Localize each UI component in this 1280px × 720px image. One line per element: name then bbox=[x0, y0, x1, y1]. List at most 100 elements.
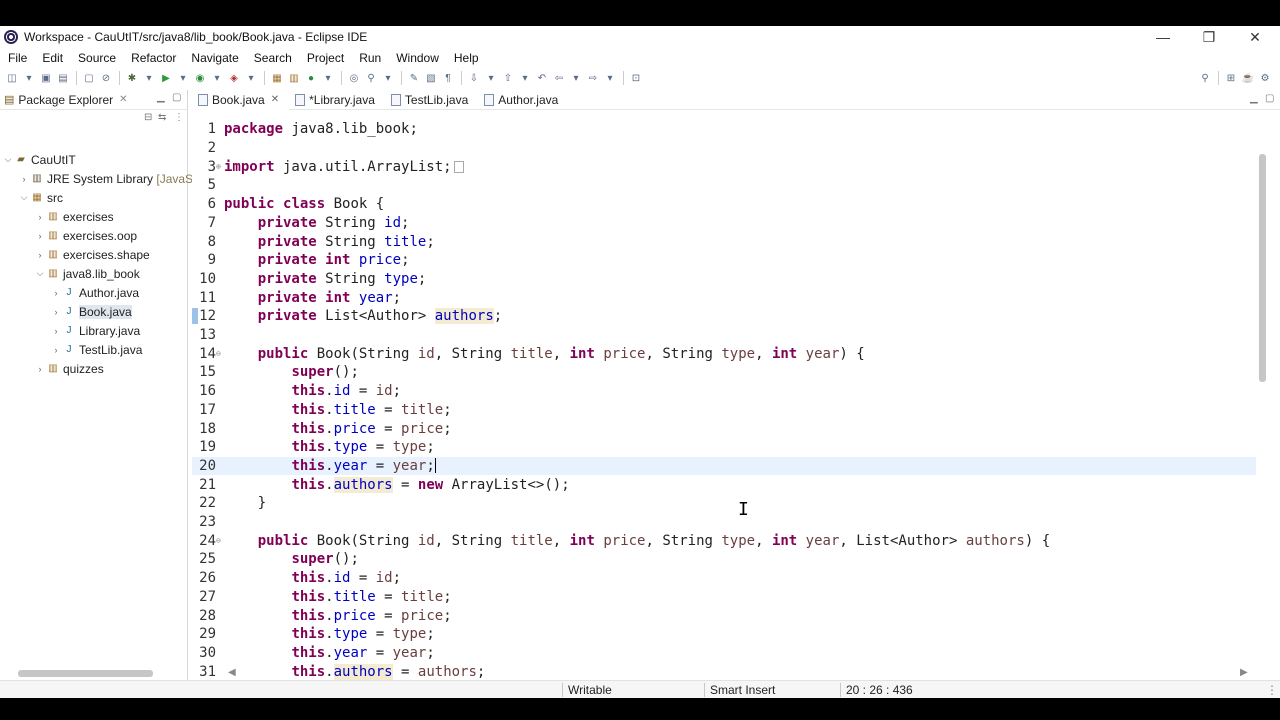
menu-edit[interactable]: Edit bbox=[34, 48, 70, 68]
package-explorer-tab[interactable]: ▤ Package Explorer ✕ ▁ ▢ bbox=[0, 90, 187, 110]
new-class-icon[interactable]: ● bbox=[303, 71, 319, 85]
code-line-19[interactable]: 19 this.type = type; bbox=[192, 438, 1256, 457]
menu-navigate[interactable]: Navigate bbox=[183, 48, 245, 68]
chevron-right-icon[interactable]: › bbox=[50, 326, 62, 336]
tree-src-folder[interactable]: ⌵ ▦ src bbox=[18, 188, 63, 207]
code-line-21[interactable]: 21 this.authors = new ArrayList<>(); bbox=[192, 475, 1256, 494]
code-line-22[interactable]: 22 } bbox=[192, 494, 1256, 513]
menu-help[interactable]: Help bbox=[446, 48, 486, 68]
code-line-28[interactable]: 28 this.price = price; bbox=[192, 606, 1256, 625]
code-line-12[interactable]: 12 private List<Author> authors; bbox=[192, 307, 1256, 326]
code-line-6[interactable]: 6 public class Book { bbox=[192, 195, 1256, 214]
code-line-5[interactable]: 5 bbox=[192, 176, 1256, 195]
menu-run[interactable]: Run bbox=[351, 48, 388, 68]
run-icon[interactable]: ▶ bbox=[158, 71, 174, 85]
chevron-right-icon[interactable]: › bbox=[50, 345, 62, 355]
dropdown-arrow-icon[interactable]: ▾ bbox=[483, 71, 499, 85]
fold-toggle-icon[interactable]: ⊕ bbox=[216, 162, 224, 171]
previous-annotation-icon[interactable]: ⇧ bbox=[500, 71, 516, 85]
scroll-left-icon[interactable]: ◀ bbox=[228, 667, 236, 678]
code-line-27[interactable]: 27 this.title = title; bbox=[192, 588, 1256, 607]
restore-button[interactable]: ❐ bbox=[1186, 26, 1232, 48]
dropdown-arrow-icon[interactable]: ▾ bbox=[517, 71, 533, 85]
chevron-right-icon[interactable]: › bbox=[18, 174, 30, 184]
tree-file-library[interactable]: › J Library.java bbox=[50, 321, 141, 340]
menu-search[interactable]: Search bbox=[246, 48, 299, 68]
tab-book-java[interactable]: Book.java ✕ bbox=[192, 89, 290, 110]
code-line-14[interactable]: 14 ⊖ public Book(String id, String title,… bbox=[192, 344, 1256, 363]
code-editor[interactable]: 1 package java8.lib_book; 2 3 ⊕ import java.u… bbox=[192, 110, 1256, 680]
show-whitespace-icon[interactable]: ¶ bbox=[440, 71, 456, 85]
tab-library-java[interactable]: *Library.java bbox=[289, 90, 385, 110]
minimize-button[interactable]: — bbox=[1140, 26, 1186, 48]
menu-window[interactable]: Window bbox=[388, 48, 446, 68]
collapse-all-icon[interactable]: ⊟ bbox=[144, 112, 152, 123]
minimize-view-icon[interactable]: ▁ bbox=[1250, 93, 1258, 104]
tree-package-quizzes[interactable]: › ▥ quizzes bbox=[34, 359, 104, 378]
dropdown-arrow-icon[interactable]: ▾ bbox=[175, 71, 191, 85]
view-menu-icon[interactable]: ⋮ bbox=[174, 112, 184, 123]
tree-package-exercises-shape[interactable]: › ▥ exercises.shape bbox=[34, 245, 150, 264]
save-icon[interactable]: ▣ bbox=[38, 71, 54, 85]
java-perspective-icon[interactable]: ☕ bbox=[1240, 71, 1256, 85]
tree-file-book[interactable]: › J Book.java bbox=[50, 302, 132, 321]
code-line-15[interactable]: 15 super(); bbox=[192, 363, 1256, 382]
debug-perspective-icon[interactable]: ⚙ bbox=[1257, 71, 1273, 85]
dropdown-arrow-icon[interactable]: ▾ bbox=[209, 71, 225, 85]
code-line-10[interactable]: 10 private String type; bbox=[192, 270, 1256, 289]
code-line-29[interactable]: 29 this.type = type; bbox=[192, 625, 1256, 644]
debug-icon[interactable]: ✱ bbox=[124, 71, 140, 85]
chevron-right-icon[interactable]: › bbox=[34, 212, 46, 222]
chevron-right-icon[interactable]: › bbox=[50, 288, 62, 298]
next-annotation-icon[interactable]: ⇩ bbox=[466, 71, 482, 85]
tree-package-exercises-oop[interactable]: › ▥ exercises.oop bbox=[34, 226, 138, 245]
tree-jre-library[interactable]: › ▥ JRE System Library [JavaSE bbox=[18, 169, 202, 188]
tree-package-java8-lib-book[interactable]: ⌵ ▥ java8.lib_book bbox=[34, 264, 140, 283]
open-perspective-icon[interactable]: ⊞ bbox=[1223, 71, 1239, 85]
dropdown-arrow-icon[interactable]: ▾ bbox=[568, 71, 584, 85]
code-line-11[interactable]: 11 private int year; bbox=[192, 288, 1256, 307]
search-icon[interactable]: ⚲ bbox=[1197, 71, 1213, 85]
folded-imports-icon[interactable] bbox=[453, 160, 464, 173]
chevron-right-icon[interactable]: › bbox=[34, 250, 46, 260]
chevron-right-icon[interactable]: › bbox=[34, 231, 46, 241]
code-line-1[interactable]: 1 package java8.lib_book; bbox=[192, 120, 1256, 139]
tree-package-exercises[interactable]: › ▥ exercises bbox=[34, 207, 114, 226]
tree-project-cauutit[interactable]: ⌵ ▰ CauUtIT bbox=[2, 150, 76, 169]
terminal-icon[interactable]: ▢ bbox=[81, 71, 97, 85]
new-icon[interactable]: ◫ bbox=[4, 71, 20, 85]
maximize-view-icon[interactable]: ▢ bbox=[1265, 93, 1274, 104]
minimize-view-icon[interactable]: ▁ bbox=[157, 92, 165, 103]
code-line-20[interactable]: 20 this.year = year; bbox=[192, 456, 1256, 476]
close-icon[interactable]: ✕ bbox=[271, 94, 279, 105]
dropdown-arrow-icon[interactable]: ▾ bbox=[320, 71, 336, 85]
code-line-7[interactable]: 7 private String id; bbox=[192, 214, 1256, 233]
scrollbar-thumb[interactable] bbox=[18, 670, 153, 677]
toggle-block-selection-icon[interactable]: ▧ bbox=[423, 71, 439, 85]
coverage-icon[interactable]: ◉ bbox=[192, 71, 208, 85]
pin-editor-icon[interactable]: ⊡ bbox=[628, 71, 644, 85]
dropdown-arrow-icon[interactable]: ▾ bbox=[602, 71, 618, 85]
dropdown-arrow-icon[interactable]: ▾ bbox=[141, 71, 157, 85]
code-line-13[interactable]: 13 bbox=[192, 326, 1256, 345]
close-icon[interactable]: ✕ bbox=[119, 94, 127, 105]
code-line-25[interactable]: 25 super(); bbox=[192, 550, 1256, 569]
code-line-16[interactable]: 16 this.id = id; bbox=[192, 382, 1256, 401]
code-line-18[interactable]: 18 this.price = price; bbox=[192, 419, 1256, 438]
dropdown-arrow-icon[interactable]: ▾ bbox=[243, 71, 259, 85]
view-menu-icon[interactable]: ⋮ bbox=[1266, 683, 1278, 697]
code-line-26[interactable]: 26 this.id = id; bbox=[192, 569, 1256, 588]
tree-file-testlib[interactable]: › J TestLib.java bbox=[50, 340, 143, 359]
code-line-3[interactable]: 3 ⊕ import java.util.ArrayList; bbox=[192, 157, 1256, 176]
close-button[interactable]: ✕ bbox=[1232, 26, 1278, 48]
code-line-23[interactable]: 23 bbox=[192, 513, 1256, 532]
maximize-view-icon[interactable]: ▢ bbox=[172, 92, 181, 103]
code-line-17[interactable]: 17 this.title = title; bbox=[192, 401, 1256, 420]
link-with-editor-icon[interactable]: ⇆ bbox=[158, 112, 166, 123]
code-line-24[interactable]: 24 ⊖ public Book(String id, String title,… bbox=[192, 531, 1256, 550]
editor-vertical-scrollbar[interactable] bbox=[1256, 126, 1270, 680]
external-tools-icon[interactable]: ◈ bbox=[226, 71, 242, 85]
editor-horizontal-scrollbar[interactable]: ◀ ▶ bbox=[224, 666, 1254, 680]
new-package-icon[interactable]: ▥ bbox=[286, 71, 302, 85]
scrollbar-thumb[interactable] bbox=[1259, 154, 1266, 382]
